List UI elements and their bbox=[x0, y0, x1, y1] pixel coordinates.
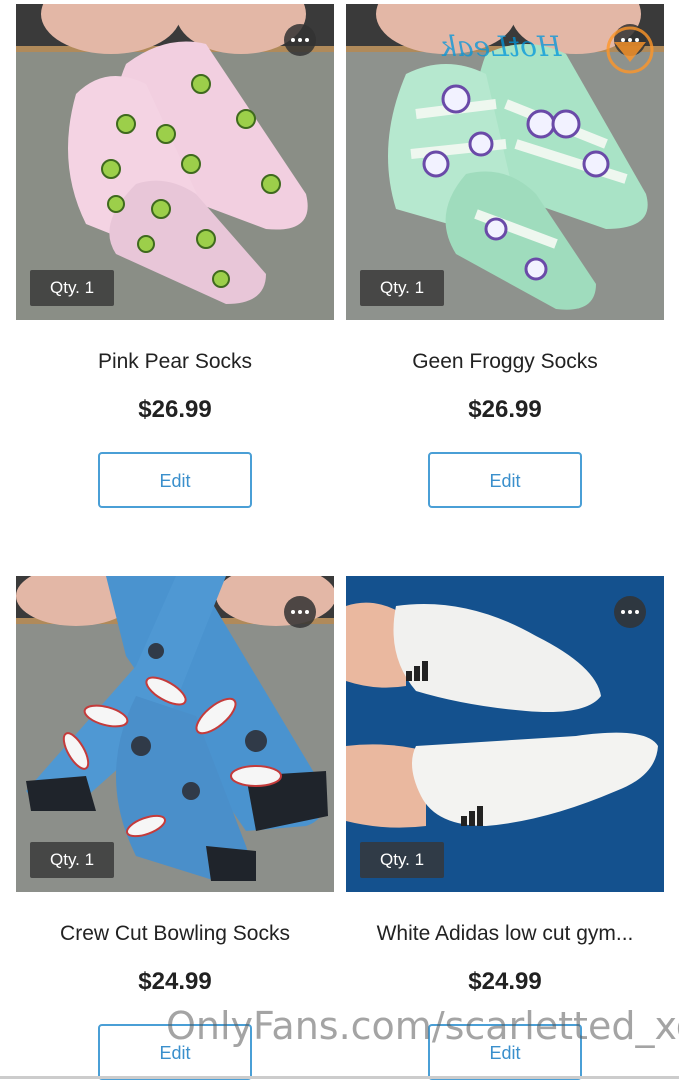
product-card[interactable]: Qty. 1 Pink Pear Socks $26.99 Edit bbox=[16, 4, 334, 508]
dot bbox=[291, 38, 295, 42]
quantity-badge: Qty. 1 bbox=[30, 270, 115, 306]
dot bbox=[298, 38, 302, 42]
dot bbox=[305, 610, 309, 614]
edit-button[interactable]: Edit bbox=[428, 452, 582, 508]
dot bbox=[635, 610, 639, 614]
quantity-badge: Qty. 1 bbox=[30, 842, 115, 878]
watermark-text: OnlyFans.com/scarletted_xo bbox=[166, 1004, 679, 1048]
dot bbox=[621, 610, 625, 614]
dot bbox=[291, 610, 295, 614]
hotleak-logo-text: HotLeak bbox=[440, 30, 562, 63]
hotleak-logo-icon bbox=[606, 26, 654, 74]
product-price: $26.99 bbox=[468, 396, 542, 423]
product-title: White Adidas low cut gym... bbox=[376, 922, 634, 945]
product-photo[interactable]: Qty. 1 bbox=[16, 4, 334, 320]
product-title: Pink Pear Socks bbox=[97, 350, 253, 373]
quantity-badge: Qty. 1 bbox=[360, 842, 445, 878]
more-options-icon[interactable] bbox=[284, 596, 316, 628]
more-options-icon[interactable] bbox=[614, 596, 646, 628]
product-price: $26.99 bbox=[138, 396, 212, 423]
product-title: Crew Cut Bowling Socks bbox=[60, 922, 290, 945]
product-price: $24.99 bbox=[468, 968, 542, 995]
dot bbox=[305, 38, 309, 42]
quantity-badge: Qty. 1 bbox=[360, 270, 445, 306]
edit-button[interactable]: Edit bbox=[98, 452, 252, 508]
product-card[interactable]: Qty. 1 Geen Froggy Socks $26.99 Edit bbox=[346, 4, 664, 508]
product-photo[interactable]: Qty. 1 bbox=[346, 576, 664, 892]
product-price: $24.99 bbox=[138, 968, 212, 995]
more-options-icon[interactable] bbox=[284, 24, 316, 56]
dot bbox=[298, 610, 302, 614]
product-photo[interactable]: Qty. 1 bbox=[16, 576, 334, 892]
dot bbox=[628, 610, 632, 614]
product-title: Geen Froggy Socks bbox=[412, 350, 598, 373]
